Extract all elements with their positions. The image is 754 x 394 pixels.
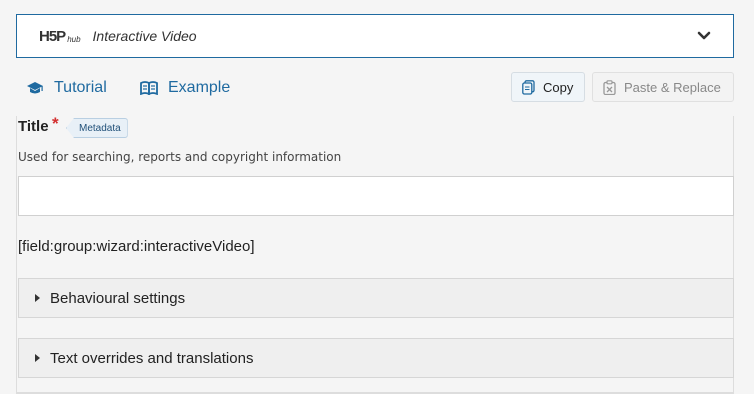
copy-button[interactable]: Copy: [511, 72, 585, 102]
field-group-placeholder: [field:group:wizard:interactiveVideo]: [18, 238, 255, 255]
logo-sub: hub: [67, 34, 81, 44]
behavioural-settings-toggle[interactable]: Behavioural settings: [18, 278, 734, 318]
section-label: Behavioural settings: [50, 289, 186, 307]
content-type-title: Interactive Video: [92, 28, 197, 44]
text-overrides-toggle[interactable]: Text overrides and translations: [18, 338, 734, 378]
paste-label: Paste & Replace: [624, 79, 721, 95]
example-link[interactable]: Example: [140, 79, 230, 97]
caret-right-icon: [35, 294, 40, 302]
chevron-down-icon[interactable]: [697, 29, 711, 43]
title-description: Used for searching, reports and copyrigh…: [18, 150, 342, 164]
graduation-cap-icon: [27, 82, 43, 94]
section-label: Text overrides and translations: [50, 349, 254, 367]
logo-main: H5P: [39, 27, 66, 45]
example-label: Example: [168, 79, 231, 96]
required-mark: *: [52, 114, 59, 133]
tutorial-label: Tutorial: [54, 79, 107, 96]
h5p-hub-logo: H5P hub: [39, 28, 81, 45]
caret-right-icon: [35, 354, 40, 362]
paste-icon: [603, 79, 616, 95]
copy-icon: [522, 79, 535, 95]
copy-label: Copy: [543, 79, 574, 95]
content-type-selector[interactable]: H5P hub Interactive Video: [16, 14, 734, 58]
metadata-label: Metadata: [79, 122, 121, 134]
metadata-button[interactable]: Metadata: [66, 118, 128, 138]
book-icon: [140, 81, 158, 95]
tutorial-link[interactable]: Tutorial: [26, 79, 107, 97]
title-label: Title: [18, 118, 49, 135]
paste-replace-button[interactable]: Paste & Replace: [592, 72, 734, 102]
title-input[interactable]: [18, 176, 734, 216]
